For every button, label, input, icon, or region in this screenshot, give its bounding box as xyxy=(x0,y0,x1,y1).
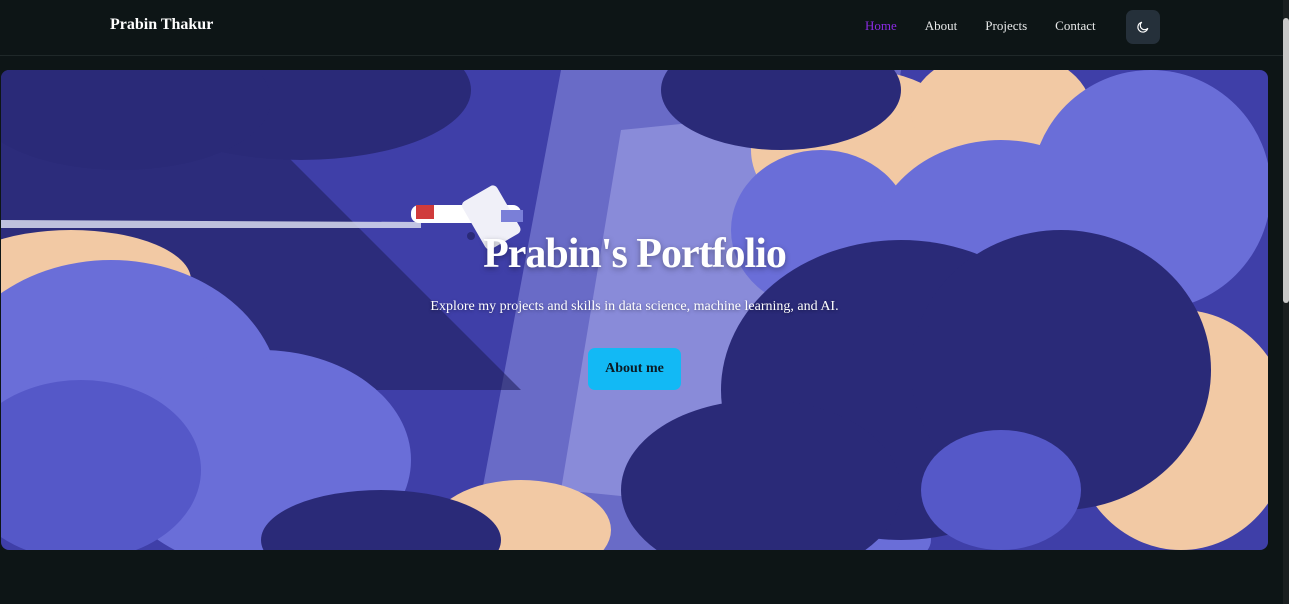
nav-links: Home About Projects Contact xyxy=(851,18,1110,34)
nav-link-home[interactable]: Home xyxy=(851,18,911,34)
nav-link-contact[interactable]: Contact xyxy=(1041,18,1109,34)
navbar: Prabin Thakur Home About Projects Contac… xyxy=(0,0,1283,56)
nav-link-about[interactable]: About xyxy=(911,18,972,34)
about-me-button[interactable]: About me xyxy=(588,348,681,390)
hero-section: Prabin's Portfolio Explore my projects a… xyxy=(1,70,1268,550)
nav-link-projects[interactable]: Projects xyxy=(971,18,1041,34)
scrollbar[interactable] xyxy=(1283,0,1289,604)
brand-name[interactable]: Prabin Thakur xyxy=(110,16,213,34)
moon-icon xyxy=(1137,21,1149,33)
scrollbar-thumb[interactable] xyxy=(1283,18,1289,303)
hero-subtitle: Explore my projects and skills in data s… xyxy=(430,299,839,314)
theme-toggle-button[interactable] xyxy=(1126,10,1160,44)
hero-content: Prabin's Portfolio Explore my projects a… xyxy=(1,70,1268,550)
hero-title: Prabin's Portfolio xyxy=(483,231,787,277)
